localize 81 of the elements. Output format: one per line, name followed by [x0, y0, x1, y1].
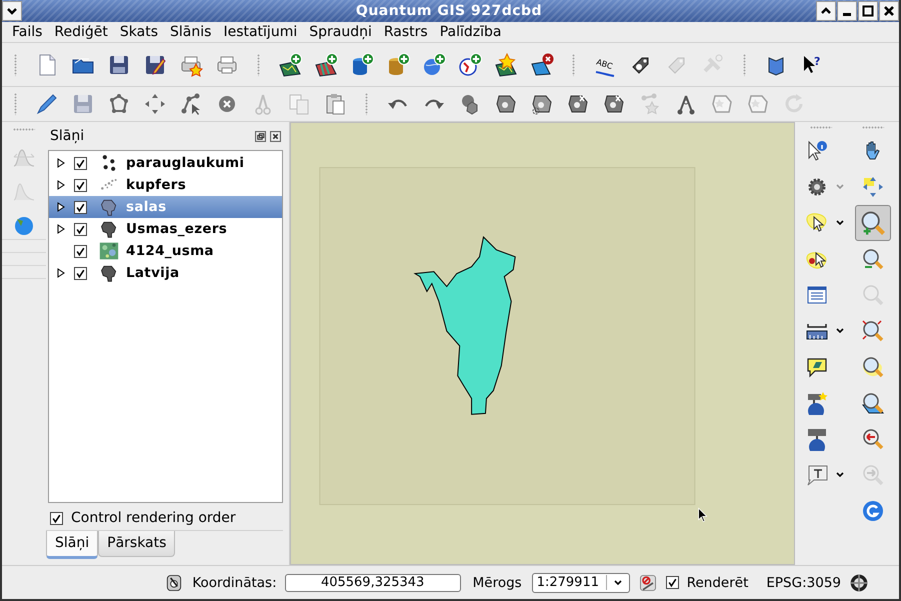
window-title: Quantum GIS 927dcbd	[354, 3, 544, 19]
caret-icon[interactable]	[835, 326, 845, 336]
expand-arrow-icon[interactable]	[57, 224, 65, 234]
menu-item[interactable]: Fails	[12, 24, 42, 40]
layer-name: Latvija	[126, 265, 180, 281]
move-arrows-icon[interactable]	[143, 92, 167, 116]
menu-item[interactable]: Rastrs	[384, 24, 428, 40]
caret-icon[interactable]	[835, 470, 845, 480]
text-note-icon[interactable]	[805, 463, 829, 487]
globe-plus-icon[interactable]	[458, 52, 482, 76]
polygon-symbol-icon	[99, 219, 119, 239]
expand-arrow-icon[interactable]	[57, 158, 65, 168]
menu-item[interactable]: Spraudņi	[309, 24, 372, 40]
checkbox[interactable]	[74, 222, 87, 236]
refresh-icon[interactable]	[861, 499, 885, 523]
maximize-button[interactable]	[858, 1, 878, 21]
database-plus-icon[interactable]	[350, 52, 374, 76]
layer-name: Usmas_ezers	[126, 221, 228, 237]
render-label: Renderēt	[686, 574, 748, 590]
checkbox[interactable]	[74, 200, 87, 214]
globe-home-icon[interactable]	[805, 427, 829, 451]
menu-item[interactable]: Skats	[120, 24, 158, 40]
checkbox[interactable]	[74, 178, 87, 192]
float-icon[interactable]	[255, 130, 266, 142]
tab[interactable]: Pārskats	[98, 531, 176, 557]
window-menu-button[interactable]	[2, 1, 22, 21]
menu-item[interactable]: Palīdzība	[440, 24, 502, 40]
database-plus-icon[interactable]	[386, 52, 410, 76]
checkbox-label: Control rendering order	[71, 510, 236, 526]
crs-label[interactable]: EPSG:3059	[766, 574, 841, 590]
zoom-extent-icon[interactable]	[861, 319, 885, 343]
raster-thumbnail-icon	[99, 241, 119, 261]
polygon-nodes-icon[interactable]	[107, 92, 131, 116]
polygon-symbol-icon	[99, 197, 119, 217]
pencil-icon[interactable]	[35, 92, 59, 116]
close-button[interactable]	[879, 1, 899, 21]
map-plus-icon[interactable]	[278, 52, 302, 76]
zoom-in-icon[interactable]	[855, 205, 891, 241]
stop-render-icon[interactable]	[638, 572, 658, 592]
globe-plus-icon[interactable]	[422, 52, 446, 76]
map-star-icon[interactable]	[494, 52, 518, 76]
layer-row[interactable]: kupfers	[49, 174, 282, 196]
layer-row[interactable]: 4124_usma	[49, 240, 282, 262]
checkbox[interactable]	[50, 512, 63, 524]
close-icon[interactable]	[270, 130, 281, 142]
zoom-selection-icon[interactable]	[861, 355, 885, 379]
layer-row[interactable]: Usmas_ezers	[49, 218, 282, 240]
menu-item[interactable]: Rediģēt	[54, 24, 108, 40]
expand-arrow-icon[interactable]	[57, 202, 65, 212]
pan-arrows-icon[interactable]	[861, 175, 885, 199]
layer-name: parauglaukumi	[126, 155, 244, 171]
layer-name: 4124_usma	[126, 243, 214, 259]
panel-title: Slāņi	[50, 128, 86, 144]
layer-row[interactable]: Latvija	[49, 262, 282, 284]
coordinates-label: Koordinātas:	[192, 574, 277, 590]
expand-arrow-icon[interactable]	[57, 268, 65, 278]
crs-icon[interactable]	[849, 572, 869, 592]
menu-item[interactable]: Iestatījumi	[223, 24, 298, 40]
globe-star-icon[interactable]	[805, 391, 829, 415]
zoom-layer-icon[interactable]	[861, 391, 885, 415]
zoom-out-icon[interactable]	[861, 247, 885, 271]
layer-name: salas	[126, 199, 166, 215]
checkbox[interactable]	[74, 244, 87, 258]
scale-label: Mērogs	[472, 574, 522, 590]
layer-row[interactable]: parauglaukumi	[49, 152, 282, 174]
shade-button[interactable]	[816, 1, 836, 21]
checkbox[interactable]	[74, 266, 87, 280]
zoom-back-icon[interactable]	[861, 427, 885, 451]
minimize-button[interactable]	[837, 1, 857, 21]
expand-arrow-icon[interactable]	[57, 180, 65, 190]
menu-item[interactable]: Slānis	[170, 24, 212, 40]
layer-name: kupfers	[126, 177, 186, 193]
raster-plus-icon[interactable]	[314, 52, 338, 76]
tab[interactable]: Slāņi	[46, 531, 98, 559]
checkbox[interactable]	[74, 156, 87, 170]
map-remove-icon[interactable]	[530, 52, 554, 76]
checkbox[interactable]	[666, 576, 679, 589]
polygon-symbol-icon	[99, 263, 119, 283]
coordinates-field[interactable]: 405569,325343	[284, 574, 461, 592]
caret-icon[interactable]	[835, 218, 845, 228]
scale-combo[interactable]: 1:279911	[532, 572, 630, 592]
